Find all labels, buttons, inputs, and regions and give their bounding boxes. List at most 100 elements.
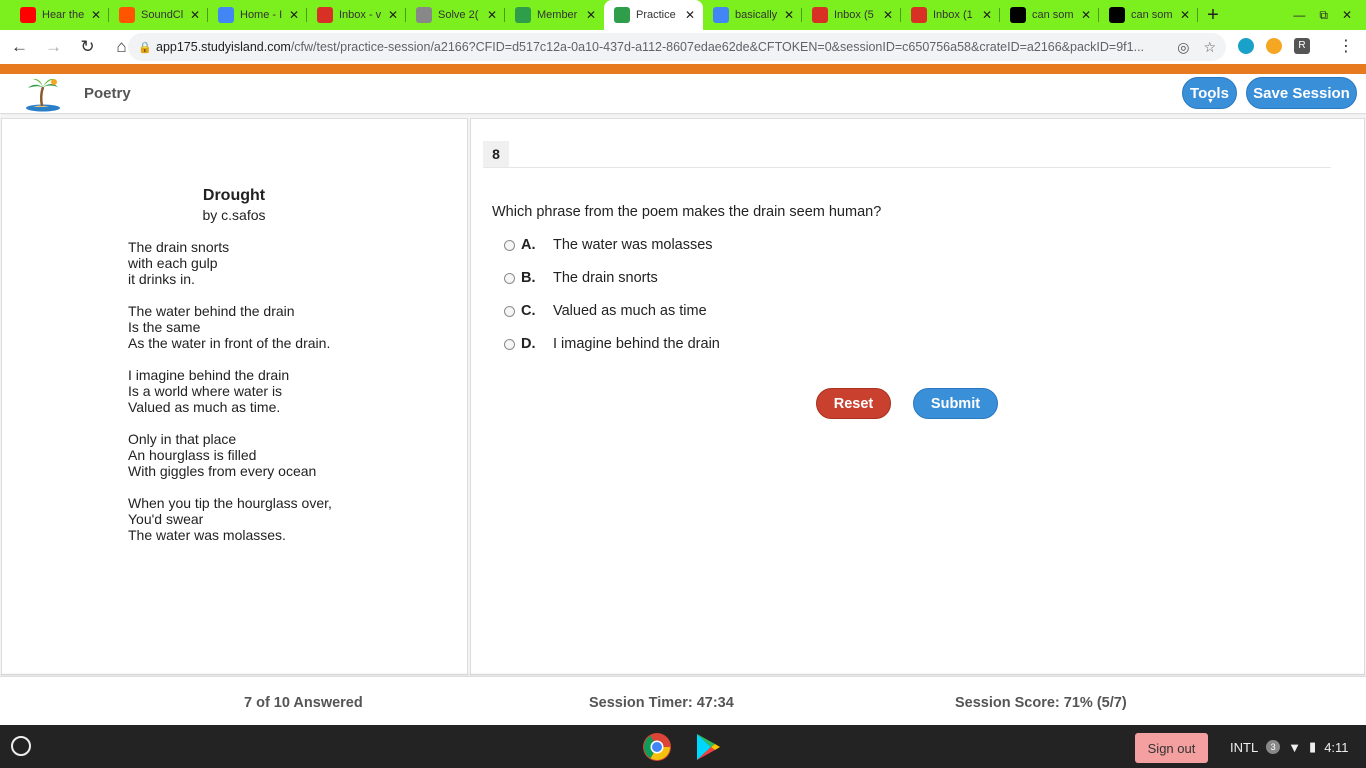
browser-tab[interactable]: can som ✕ <box>1000 0 1099 30</box>
close-tab-icon[interactable]: ✕ <box>782 8 796 22</box>
gmail-icon <box>911 7 927 23</box>
choice-d[interactable]: D. I imagine behind the drain <box>504 336 720 352</box>
reset-button[interactable]: Reset <box>816 388 891 419</box>
poem-line: As the water in front of the drain. <box>128 335 331 351</box>
reload-icon[interactable]: ↻ <box>73 33 102 61</box>
poem-line: You'd swear <box>128 511 204 527</box>
passage-panel: Drought by c.safos The drain snorts with… <box>1 118 468 675</box>
session-score: Session Score: 71% (5/7) <box>955 695 1127 711</box>
choice-letter: A. <box>521 237 536 253</box>
close-tab-icon[interactable]: ✕ <box>881 8 895 22</box>
browser-tab[interactable]: Inbox (5 ✕ <box>802 0 901 30</box>
close-tab-icon[interactable]: ✕ <box>89 8 103 22</box>
radio-button[interactable] <box>504 338 515 350</box>
location-icon[interactable]: ◎ <box>1177 39 1189 56</box>
new-tab-button[interactable]: + <box>1198 0 1228 30</box>
browser-tab[interactable]: Practice ✕ <box>604 0 703 30</box>
tab-title: can som <box>1131 9 1173 21</box>
tab-title: can som <box>1032 9 1074 21</box>
launcher-icon[interactable] <box>11 736 31 756</box>
poem-line: Is a world where water is <box>128 383 283 399</box>
window-controls: — ⧉ ✕ <box>1293 0 1366 30</box>
browser-tab[interactable]: Inbox (1 ✕ <box>901 0 1000 30</box>
close-tab-icon[interactable]: ✕ <box>386 8 400 22</box>
poem-line: it drinks in. <box>128 271 195 287</box>
radio-button[interactable] <box>504 305 515 317</box>
close-tab-icon[interactable]: ✕ <box>1079 8 1093 22</box>
chrome-app-icon[interactable] <box>642 732 672 762</box>
browser-menu-icon[interactable]: ⋮ <box>1338 36 1354 56</box>
session-timer: Session Timer: 47:34 <box>589 695 734 711</box>
site-icon <box>416 7 432 23</box>
extension-coin-icon[interactable] <box>1266 38 1282 54</box>
close-tab-icon[interactable]: ✕ <box>1178 8 1192 22</box>
stanza: Only in that place An hourglass is fille… <box>128 431 332 479</box>
minimize-icon[interactable]: — <box>1293 8 1305 22</box>
radio-button[interactable] <box>504 239 515 251</box>
browser-tab[interactable]: Solve 2( ✕ <box>406 0 505 30</box>
tab-title: Inbox (5 <box>834 9 874 21</box>
extension-globe-icon[interactable] <box>1238 38 1254 54</box>
close-tab-icon[interactable]: ✕ <box>188 8 202 22</box>
palm-icon <box>515 7 531 23</box>
poem-line: Only in that place <box>128 431 237 447</box>
tab-list: Hear the ✕ SoundCl ✕ Home - I ✕ Inbox - v ✕ Solv… <box>10 0 1198 30</box>
tab-title: Member <box>537 9 578 21</box>
poem-line: The water was molasses. <box>128 527 286 543</box>
close-tab-icon[interactable]: ✕ <box>683 8 697 22</box>
tab-title: Inbox - v <box>339 9 382 21</box>
choice-b[interactable]: B. The drain snorts <box>504 270 658 286</box>
session-status-bar: 7 of 10 Answered Session Timer: 47:34 Se… <box>0 676 1366 725</box>
sign-out-button[interactable]: Sign out <box>1135 733 1208 763</box>
system-tray[interactable]: INTL 3 ▼ ▮ 4:11 <box>1230 739 1349 755</box>
browser-tab[interactable]: Inbox - v ✕ <box>307 0 406 30</box>
poem-body: The drain snorts with each gulp it drink… <box>128 239 332 559</box>
choice-letter: C. <box>521 303 536 319</box>
caret-down-icon: ▼ <box>1207 98 1214 105</box>
browser-tab[interactable]: basically ✕ <box>703 0 802 30</box>
close-tab-icon[interactable]: ✕ <box>980 8 994 22</box>
tab-title: Solve 2( <box>438 9 479 21</box>
save-session-button[interactable]: Save Session <box>1246 77 1357 109</box>
palm-icon <box>614 7 630 23</box>
close-tab-icon[interactable]: ✕ <box>287 8 301 22</box>
tab-title: Home - I <box>240 9 283 21</box>
forward-icon[interactable]: → <box>39 33 68 61</box>
keyboard-layout: INTL <box>1230 739 1259 755</box>
poem-author: by c.safos <box>202 207 266 223</box>
choice-c[interactable]: C. Valued as much as time <box>504 303 707 319</box>
choice-a[interactable]: A. The water was molasses <box>504 237 713 253</box>
choice-text[interactable]: I imagine behind the drain <box>553 336 720 352</box>
gmail-icon <box>317 7 333 23</box>
clock: 4:11 <box>1324 739 1349 755</box>
browser-tab[interactable]: SoundCl ✕ <box>109 0 208 30</box>
browser-tab[interactable]: Member ✕ <box>505 0 604 30</box>
browser-tab[interactable]: Home - I ✕ <box>208 0 307 30</box>
restore-icon[interactable]: ⧉ <box>1319 8 1328 23</box>
url-text[interactable]: app175.studyisland.com/cfw/test/practice… <box>156 40 1177 54</box>
browser-tab[interactable]: can som ✕ <box>1099 0 1198 30</box>
tools-button[interactable]: Tools ▼ <box>1182 77 1237 109</box>
bookmark-star-icon[interactable]: ☆ <box>1203 39 1216 56</box>
question-number: 8 <box>483 141 509 167</box>
address-bar[interactable]: 🔒 app175.studyisland.com/cfw/test/practi… <box>128 33 1226 61</box>
choice-text[interactable]: Valued as much as time <box>553 303 707 319</box>
extension-r-icon[interactable]: R <box>1294 38 1310 54</box>
radio-button[interactable] <box>504 272 515 284</box>
youtube-icon <box>20 7 36 23</box>
back-icon[interactable]: ← <box>5 33 34 61</box>
soundcloud-icon <box>119 7 135 23</box>
stanza: The drain snorts with each gulp it drink… <box>128 239 332 287</box>
close-tab-icon[interactable]: ✕ <box>485 8 499 22</box>
tab-title: basically <box>735 9 778 21</box>
browser-tab[interactable]: Hear the ✕ <box>10 0 109 30</box>
close-tab-icon[interactable]: ✕ <box>584 8 598 22</box>
choice-text[interactable]: The water was molasses <box>553 237 713 253</box>
choice-text[interactable]: The drain snorts <box>553 270 658 286</box>
submit-button[interactable]: Submit <box>913 388 998 419</box>
close-window-icon[interactable]: ✕ <box>1342 8 1352 22</box>
wifi-icon: ▼ <box>1288 739 1302 755</box>
play-store-icon[interactable] <box>693 732 723 762</box>
poem-line: Valued as much as time. <box>128 399 281 415</box>
choice-letter: B. <box>521 270 536 286</box>
